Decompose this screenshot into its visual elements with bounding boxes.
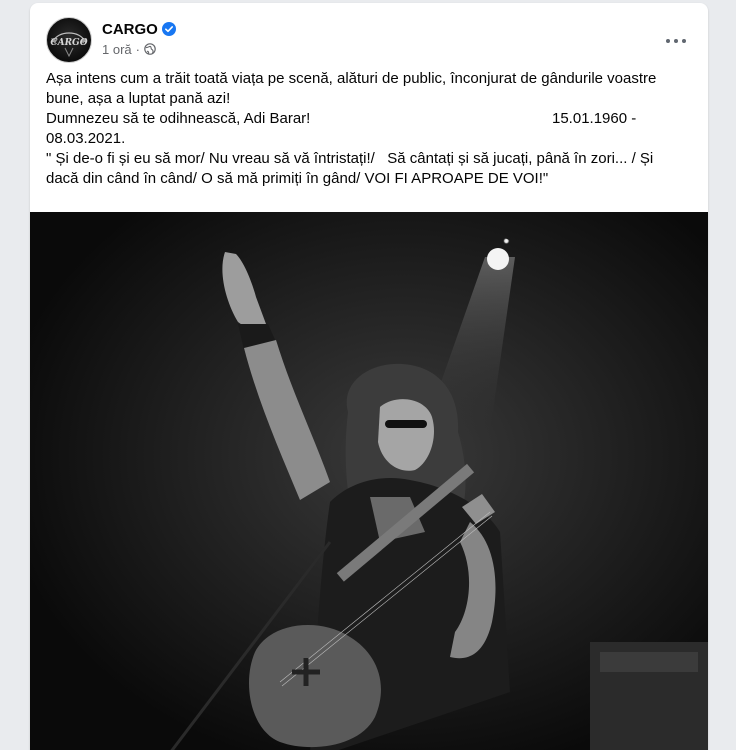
meta-separator: · <box>135 41 140 57</box>
post-text-line-dates: Dumnezeu să te odihnească, Adi Barar! 15… <box>46 109 686 129</box>
amplifier-panel <box>600 652 698 672</box>
page-avatar[interactable]: CARGO <box>46 17 92 63</box>
post-photo[interactable] <box>30 212 708 750</box>
post-meta: 1 oră · <box>102 41 156 57</box>
post-timestamp[interactable]: 1 oră <box>102 42 132 57</box>
post-message: Așa intens cum a trăit toată viața pe sc… <box>46 69 686 189</box>
author-row: CARGO <box>102 19 176 39</box>
face <box>378 399 435 471</box>
post-card: CARGO CARGO 1 oră · Așa intens cum a tră… <box>30 3 708 750</box>
sunglasses <box>385 420 427 428</box>
globe-icon[interactable] <box>144 43 156 55</box>
post-text-farewell: Dumnezeu să te odihnească, Adi Barar! <box>46 110 311 127</box>
post-text-lyrics: " Și de-o fi și eu să mor/ Nu vreau să v… <box>46 150 658 187</box>
post-text-line: Așa intens cum a trăit toată viața pe sc… <box>46 70 661 107</box>
avatar-logo-text: CARGO <box>50 38 87 48</box>
feed-background: CARGO CARGO 1 oră · Așa intens cum a tră… <box>0 0 736 750</box>
more-dot <box>674 39 678 43</box>
verified-badge-icon <box>161 22 176 36</box>
guitarist-on-stage-photo <box>30 212 708 750</box>
more-options-button[interactable] <box>658 23 694 59</box>
more-dot <box>666 39 670 43</box>
spotlight-core <box>487 248 509 270</box>
cargo-logo-icon: CARGO <box>50 32 88 58</box>
post-header: CARGO CARGO 1 oră · <box>30 3 708 63</box>
post-text-death-date: 08.03.2021. <box>46 130 126 147</box>
post-text-birth-date: 15.01.1960 - <box>552 110 637 127</box>
more-dot <box>682 39 686 43</box>
page-name[interactable]: CARGO <box>102 21 158 38</box>
